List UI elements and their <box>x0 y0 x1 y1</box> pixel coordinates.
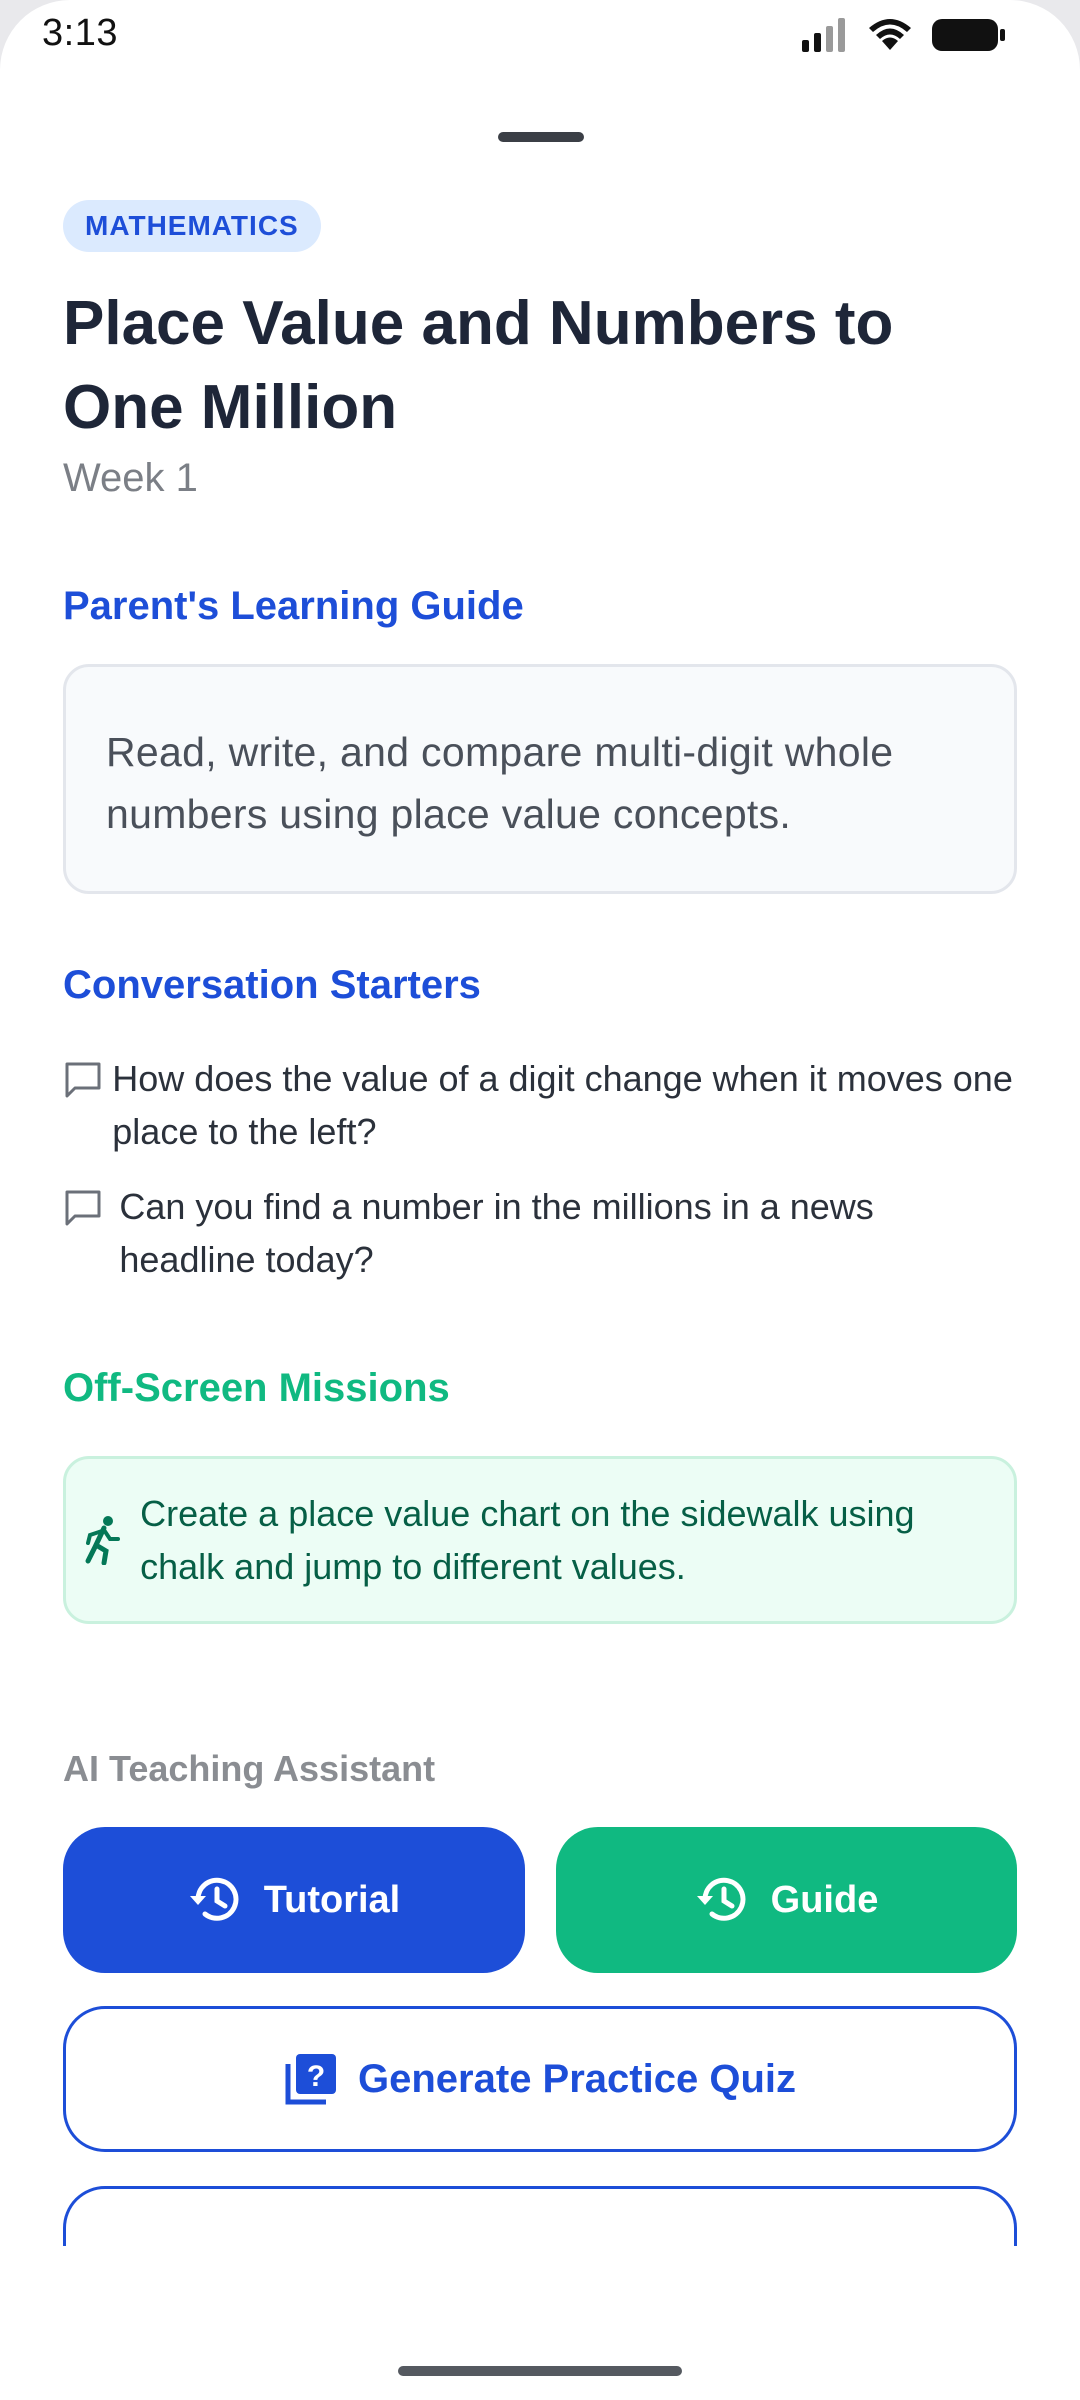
mission-card: Create a place value chart on the sidewa… <box>63 1456 1017 1624</box>
tutorial-button[interactable]: Tutorial <box>63 1827 525 1973</box>
learning-guide-card: Read, write, and compare multi-digit who… <box>63 664 1017 894</box>
svg-text:?: ? <box>307 2060 325 2093</box>
chat-bubble-icon <box>63 1180 119 1233</box>
learning-guide-text: Read, write, and compare multi-digit who… <box>106 729 894 837</box>
missions-heading: Off-Screen Missions <box>63 1366 450 1410</box>
subject-badge: MATHEMATICS <box>63 200 321 252</box>
assistant-section-label: AI Teaching Assistant <box>63 1748 436 1789</box>
page-title: Place Value and Numbers to One Million <box>63 289 894 442</box>
generate-quiz-button[interactable]: ? Generate Practice Quiz <box>63 2006 1017 2152</box>
status-icons <box>802 18 1006 57</box>
conversation-starter-text: Can you find a number in the millions in… <box>119 1186 874 1280</box>
signal-icon <box>802 18 848 57</box>
history-icon <box>188 1875 244 1925</box>
conversation-starter-text: How does the value of a digit change whe… <box>112 1058 1013 1152</box>
conversation-starter-item: How does the value of a digit change whe… <box>63 1052 1017 1158</box>
home-indicator[interactable] <box>398 2366 682 2376</box>
mission-text: Create a place value chart on the sidewa… <box>140 1493 915 1587</box>
additional-action-button[interactable] <box>63 2186 1017 2246</box>
generate-quiz-button-label: Generate Practice Quiz <box>358 2056 796 2101</box>
quiz-icon: ? <box>284 2052 338 2106</box>
conversation-starter-item: Can you find a number in the millions in… <box>63 1180 1017 1286</box>
guide-button-label: Guide <box>770 1878 879 1921</box>
conversation-starters-heading: Conversation Starters <box>63 963 481 1007</box>
chat-bubble-icon <box>63 1052 112 1105</box>
history-icon <box>695 1875 751 1925</box>
battery-icon <box>932 18 1006 57</box>
week-label: Week 1 <box>63 456 198 500</box>
tutorial-button-label: Tutorial <box>263 1878 401 1921</box>
lesson-detail-sheet: 3:13 MATHEMATICS Place Value and Numbers… <box>0 0 1080 2400</box>
guide-button[interactable]: Guide <box>556 1827 1017 1973</box>
sheet-drag-handle[interactable] <box>498 132 584 142</box>
learning-guide-heading: Parent's Learning Guide <box>63 584 524 628</box>
status-bar: 3:13 <box>0 0 1080 72</box>
wifi-icon <box>868 18 912 57</box>
status-time: 3:13 <box>42 12 118 54</box>
running-person-icon <box>66 1515 140 1565</box>
